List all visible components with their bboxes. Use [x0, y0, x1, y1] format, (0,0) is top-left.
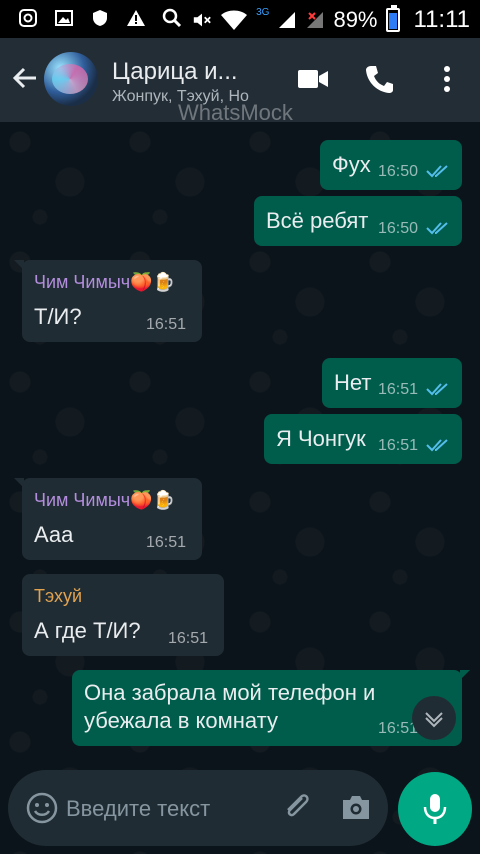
message-input-bar	[8, 770, 388, 846]
search-icon	[162, 8, 182, 28]
signal-icon-2	[305, 10, 325, 30]
read-receipt-icon	[426, 439, 448, 452]
sender-name: Чим Чимыч🍑🍺	[34, 272, 175, 292]
message-text-line-2: убежала в комнату	[84, 708, 278, 733]
message-text: Т/И?	[34, 304, 82, 329]
shield-icon	[90, 8, 110, 28]
scroll-to-bottom-button[interactable]	[412, 696, 456, 740]
message-text-line-1: Она забрала мой телефон и	[84, 680, 376, 705]
signal-icon	[277, 10, 297, 30]
camera-icon[interactable]	[340, 792, 372, 822]
message-time: 16:50	[378, 163, 419, 180]
network-type: 3G	[256, 6, 270, 18]
message-incoming[interactable]: Тэхуй А где Т/И? 16:51	[22, 574, 224, 656]
message-time: 16:51	[378, 437, 419, 454]
chevron-down-icon	[425, 712, 443, 728]
status-bar: 3G 89% 11:11	[0, 0, 480, 38]
message-text: А где Т/И?	[34, 618, 141, 643]
message-incoming[interactable]: Чим Чимыч🍑🍺 Ааа 16:51	[14, 478, 202, 560]
chat-header: Царица и... Жонпук, Тэхуй, Но	[0, 38, 480, 122]
more-options-icon[interactable]	[430, 62, 464, 96]
status-time: 11:11	[413, 6, 471, 33]
sender-name: Тэхуй	[34, 586, 83, 606]
warning-icon	[126, 8, 146, 28]
instagram-icon	[18, 8, 38, 28]
message-outgoing[interactable]: Всё ребят 16:50	[254, 196, 462, 246]
message-text: Нет	[334, 370, 372, 395]
mute-icon	[192, 10, 212, 30]
message-time: 16:51	[168, 630, 209, 647]
group-avatar[interactable]	[44, 52, 98, 106]
chat-title[interactable]: Царица и...	[112, 58, 238, 86]
message-incoming[interactable]: Чим Чимыч🍑🍺 Т/И? 16:51	[14, 260, 202, 342]
battery-icon	[385, 5, 400, 32]
image-icon	[54, 8, 74, 28]
message-text: Ааа	[34, 522, 74, 547]
chat-area[interactable]: Фух 16:50 Всё ребят 16:50 Чим Чимыч🍑🍺 Т/…	[0, 122, 480, 854]
message-time: 16:51	[146, 534, 187, 551]
message-time: 16:50	[378, 220, 419, 237]
chat-subtitle[interactable]: Жонпук, Тэхуй, Но	[112, 88, 262, 106]
read-receipt-icon	[426, 165, 448, 178]
message-text: Я Чонгук	[276, 426, 366, 451]
phone-call-icon[interactable]	[362, 62, 396, 96]
message-outgoing[interactable]: Фух 16:50	[320, 140, 462, 190]
wifi-icon	[220, 10, 248, 30]
message-text: Фух	[332, 152, 371, 177]
battery-percent: 89%	[333, 7, 378, 32]
attach-icon[interactable]	[280, 790, 314, 824]
read-receipt-icon	[426, 383, 448, 396]
message-outgoing[interactable]: Нет 16:51	[322, 358, 462, 408]
message-input[interactable]	[66, 792, 266, 826]
sender-name: Чим Чимыч🍑🍺	[34, 490, 175, 510]
message-time: 16:51	[146, 316, 187, 333]
video-call-icon[interactable]	[296, 62, 330, 96]
message-outgoing[interactable]: Я Чонгук 16:51	[264, 414, 462, 464]
message-outgoing[interactable]: Она забрала мой телефон и убежала в комн…	[72, 670, 470, 746]
read-receipt-icon	[426, 222, 448, 235]
emoji-icon[interactable]	[26, 792, 58, 824]
message-text: Всё ребят	[266, 208, 369, 233]
mic-icon	[423, 794, 447, 824]
back-arrow-icon[interactable]	[12, 64, 40, 92]
mic-button[interactable]	[398, 772, 472, 846]
message-time: 16:51	[378, 381, 419, 398]
